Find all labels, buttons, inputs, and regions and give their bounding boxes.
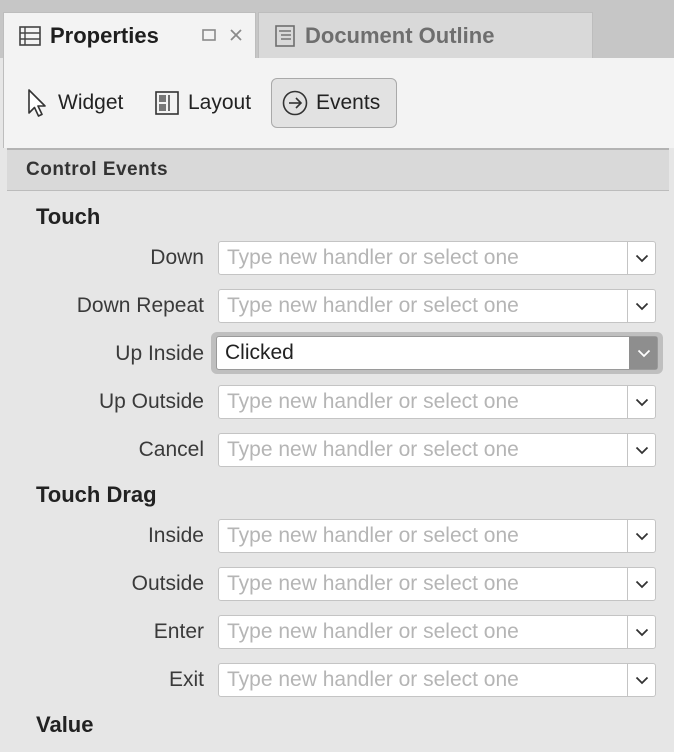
- layout-button[interactable]: Layout: [154, 78, 251, 128]
- handler-combo-up-inside: [216, 336, 658, 370]
- row-label-drag-enter: Enter: [153, 620, 204, 643]
- arrow-circle-icon: [282, 90, 308, 116]
- chevron-down-icon[interactable]: [627, 664, 655, 696]
- handler-combo-down-repeat: [218, 289, 656, 323]
- events-label: Events: [316, 91, 381, 114]
- handler-input-down-repeat[interactable]: [219, 290, 627, 322]
- handler-input-drag-enter[interactable]: [219, 616, 627, 648]
- row-label-drag-exit: Exit: [168, 668, 204, 691]
- chevron-down-icon[interactable]: [627, 242, 655, 274]
- widget-label: Widget: [58, 91, 124, 114]
- handler-combo-drag-enter: [218, 615, 656, 649]
- handler-combo-down: [218, 241, 656, 275]
- properties-list-icon: [18, 24, 42, 48]
- row-label-up-inside: Up Inside: [115, 342, 204, 365]
- tab-document-outline[interactable]: Document Outline: [258, 12, 593, 58]
- group-touch-title: Touch: [36, 204, 101, 229]
- handler-combo-drag-exit: [218, 663, 656, 697]
- handler-combo-drag-inside: [218, 519, 656, 553]
- chevron-down-icon[interactable]: [629, 337, 657, 369]
- row-label-drag-inside: Inside: [147, 524, 204, 547]
- chevron-down-icon[interactable]: [627, 290, 655, 322]
- control-events-header[interactable]: Control Events: [7, 148, 669, 191]
- events-button[interactable]: Events: [271, 78, 397, 128]
- chevron-down-icon[interactable]: [627, 520, 655, 552]
- tab-document-outline-label: Document Outline: [305, 22, 495, 48]
- handler-input-up-outside[interactable]: [219, 386, 627, 418]
- handler-input-drag-exit[interactable]: [219, 664, 627, 696]
- property-toolbar: Widget Layout Events: [3, 58, 674, 148]
- restore-icon[interactable]: [200, 27, 218, 45]
- group-value-title: Value: [36, 712, 94, 737]
- row-label-cancel: Cancel: [138, 438, 204, 461]
- handler-input-up-inside[interactable]: [217, 337, 629, 369]
- chevron-down-icon[interactable]: [627, 568, 655, 600]
- handler-input-down[interactable]: [219, 242, 627, 274]
- handler-input-drag-inside[interactable]: [219, 520, 627, 552]
- row-label-up-outside: Up Outside: [98, 390, 204, 413]
- group-touch-drag-title: Touch Drag: [36, 482, 157, 507]
- handler-combo-cancel: [218, 433, 656, 467]
- tab-bar: Properties Document Outline: [0, 0, 674, 58]
- chevron-down-icon[interactable]: [627, 434, 655, 466]
- cursor-arrow-icon: [24, 89, 50, 117]
- widget-button[interactable]: Widget: [24, 78, 123, 128]
- tab-properties-label: Properties: [50, 22, 159, 48]
- layout-grid-icon: [154, 90, 180, 116]
- layout-label: Layout: [188, 91, 252, 114]
- handler-combo-up-outside: [218, 385, 656, 419]
- handler-input-cancel[interactable]: [219, 434, 627, 466]
- chevron-down-icon[interactable]: [627, 616, 655, 648]
- row-label-drag-outside: Outside: [131, 572, 204, 595]
- handler-input-drag-outside[interactable]: [219, 568, 627, 600]
- document-outline-icon: [273, 24, 297, 48]
- close-icon[interactable]: [227, 27, 245, 45]
- row-label-down-repeat: Down Repeat: [76, 294, 204, 317]
- tab-properties[interactable]: Properties: [3, 12, 256, 58]
- row-label-down: Down: [150, 246, 204, 269]
- handler-combo-drag-outside: [218, 567, 656, 601]
- chevron-down-icon[interactable]: [627, 386, 655, 418]
